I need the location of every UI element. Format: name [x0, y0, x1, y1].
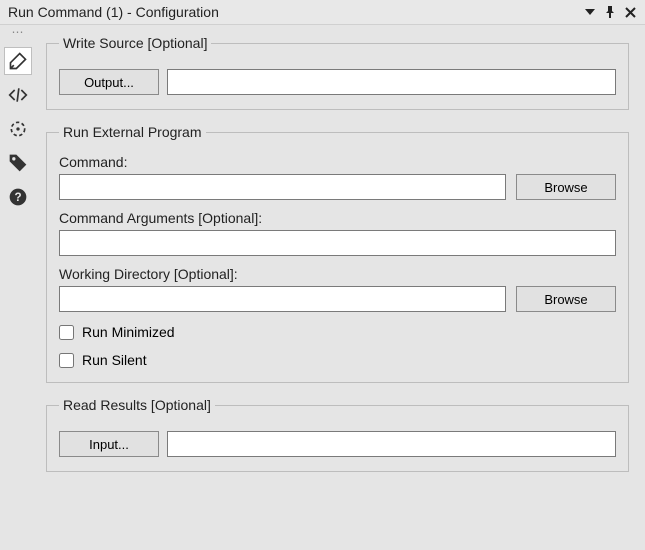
- window-dropdown-icon[interactable]: [581, 3, 599, 21]
- tab-tag-icon[interactable]: [4, 149, 32, 177]
- group-run-external-legend: Run External Program: [59, 124, 206, 140]
- group-write-source-legend: Write Source [Optional]: [59, 35, 211, 51]
- close-icon[interactable]: [621, 3, 639, 21]
- run-minimized-checkbox[interactable]: [59, 325, 74, 340]
- group-read-results-legend: Read Results [Optional]: [59, 397, 215, 413]
- pin-icon[interactable]: [601, 3, 619, 21]
- run-minimized-label: Run Minimized: [82, 324, 175, 340]
- configuration-panel: Run Command (1) - Configuration ⋯: [0, 0, 645, 550]
- working-directory-input[interactable]: [59, 286, 506, 312]
- command-input[interactable]: [59, 174, 506, 200]
- tab-configuration[interactable]: [4, 47, 32, 75]
- group-write-source: Write Source [Optional] Output...: [46, 35, 629, 110]
- group-read-results: Read Results [Optional] Input...: [46, 397, 629, 472]
- output-button[interactable]: Output...: [59, 69, 159, 95]
- command-label: Command:: [59, 154, 616, 170]
- output-path-input[interactable]: [167, 69, 616, 95]
- run-minimized-row[interactable]: Run Minimized: [59, 324, 616, 340]
- command-browse-button[interactable]: Browse: [516, 174, 616, 200]
- panel-body: ⋯: [0, 25, 645, 550]
- working-directory-browse-button[interactable]: Browse: [516, 286, 616, 312]
- input-path-input[interactable]: [167, 431, 616, 457]
- svg-text:?: ?: [14, 191, 21, 204]
- arguments-input[interactable]: [59, 230, 616, 256]
- titlebar: Run Command (1) - Configuration: [0, 0, 645, 25]
- run-silent-checkbox[interactable]: [59, 353, 74, 368]
- tab-help-icon[interactable]: ?: [4, 183, 32, 211]
- overflow-icon[interactable]: ⋯: [12, 29, 25, 41]
- run-silent-row[interactable]: Run Silent: [59, 352, 616, 368]
- arguments-label: Command Arguments [Optional]:: [59, 210, 616, 226]
- run-silent-label: Run Silent: [82, 352, 147, 368]
- working-directory-label: Working Directory [Optional]:: [59, 266, 616, 282]
- content-area: Write Source [Optional] Output... Run Ex…: [36, 25, 645, 550]
- window-title: Run Command (1) - Configuration: [8, 4, 579, 20]
- sidebar: ⋯: [0, 25, 36, 550]
- tab-target-icon[interactable]: [4, 115, 32, 143]
- tab-xml[interactable]: [4, 81, 32, 109]
- input-button[interactable]: Input...: [59, 431, 159, 457]
- group-run-external: Run External Program Command: Browse Com…: [46, 124, 629, 383]
